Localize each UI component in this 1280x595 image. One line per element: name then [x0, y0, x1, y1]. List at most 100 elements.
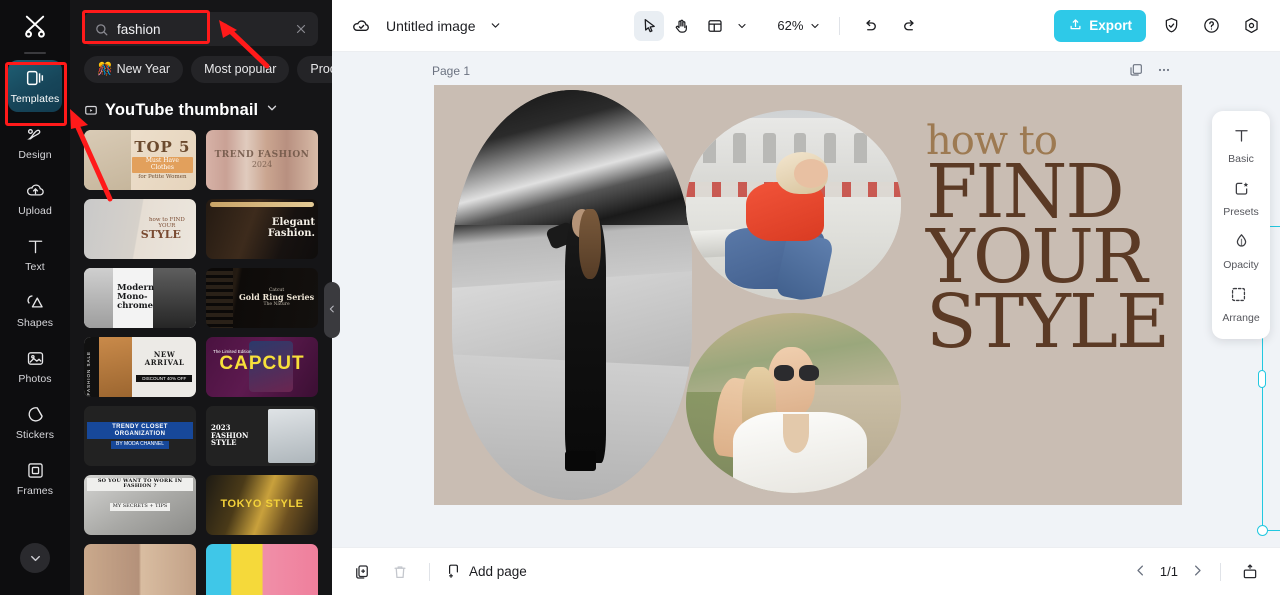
shapes-icon — [25, 292, 46, 313]
chevron-down-icon[interactable] — [20, 543, 50, 573]
duplicate-icon[interactable] — [1128, 62, 1144, 83]
template-card[interactable]: TREND FASHION 2024 — [206, 129, 318, 190]
duplicate-page-button[interactable] — [348, 558, 376, 586]
close-icon[interactable] — [294, 22, 308, 36]
chevron-down-icon[interactable] — [265, 101, 279, 120]
template-card[interactable]: NEW ARRIVAL DISCOUNT 40% OFF FASHION SAL… — [84, 336, 196, 397]
template-title: NEW ARRIVAL — [144, 349, 185, 367]
template-card[interactable]: SO YOU WANT TO WORK IN FASHION ? MY SECR… — [84, 474, 196, 535]
shield-check-icon[interactable] — [1156, 11, 1186, 41]
page-tools — [1128, 62, 1172, 83]
template-title: TRENDY CLOSET ORGANIZATION — [87, 422, 193, 440]
rail-divider — [24, 52, 46, 54]
template-grid: TOP 5 Must Have Clothes for Petite Women… — [70, 129, 332, 595]
toolbar-divider — [839, 16, 841, 35]
template-title: CAPCUT — [219, 352, 305, 374]
capcut-editor-window: Templates Design Upload Text Shapes Phot… — [0, 0, 1280, 595]
undo-button[interactable] — [855, 11, 885, 41]
panel-item-opacity[interactable]: Opacity — [1212, 225, 1270, 278]
template-card[interactable]: TOP 5 Must Have Clothes for Petite Women — [84, 129, 196, 190]
export-button[interactable]: Export — [1054, 9, 1147, 42]
panel-item-label: Presets — [1223, 206, 1259, 218]
template-card[interactable] — [84, 543, 196, 595]
sidebar-item-shapes[interactable]: Shapes — [8, 284, 62, 336]
panel-item-label: Arrange — [1222, 312, 1260, 324]
chip-label: Most popular — [204, 62, 277, 77]
hand-tool[interactable] — [667, 11, 697, 41]
template-card[interactable]: The Limited Edition CAPCUT — [206, 336, 318, 397]
editor-main: Untitled image 62% Export Page 1 how to … — [332, 0, 1280, 595]
template-card[interactable]: Modern Mono-chrome — [84, 267, 196, 328]
template-card[interactable]: TRENDY CLOSET ORGANIZATION BY MODA CHANN… — [84, 405, 196, 466]
chip-new-year[interactable]: 🎊 New Year — [84, 56, 184, 83]
template-note: Catcut — [268, 287, 285, 293]
sidebar-item-templates[interactable]: Templates — [8, 60, 62, 112]
zoom-group: 62% — [777, 11, 824, 41]
search-area — [70, 0, 332, 52]
sidebar-item-upload[interactable]: Upload — [8, 172, 62, 224]
headline-text-block[interactable]: how to FIND YOUR STYLE — [926, 121, 1170, 366]
present-button[interactable] — [1236, 558, 1264, 586]
template-card[interactable]: TOKYO STYLE — [206, 474, 318, 535]
chip-process[interactable]: Proc — [297, 56, 332, 83]
template-subtitle: 2024 — [251, 160, 273, 170]
cloud-saved-icon[interactable] — [346, 11, 376, 41]
capcut-logo-icon[interactable] — [15, 6, 55, 46]
text-properties-panel: Basic Presets Opacity Arrange — [1212, 111, 1270, 339]
chip-most-popular[interactable]: Most popular — [191, 56, 290, 83]
collapse-panel-handle[interactable] — [324, 282, 340, 338]
layout-grid-tool[interactable] — [700, 11, 730, 41]
redo-button[interactable] — [895, 11, 925, 41]
photo-white-polo-woman[interactable] — [686, 313, 901, 493]
help-circle-icon[interactable] — [1196, 11, 1226, 41]
photo-neck — [782, 413, 809, 454]
chevron-down-icon[interactable] — [486, 11, 506, 41]
delete-page-button[interactable] — [386, 558, 414, 586]
template-card[interactable]: how to FIND YOUR STYLE — [84, 198, 196, 259]
page-title: YouTube thumbnail — [105, 100, 259, 119]
design-canvas[interactable]: how to FIND YOUR STYLE — [434, 85, 1182, 505]
sidebar-item-photos[interactable]: Photos — [8, 340, 62, 392]
settings-gear-icon[interactable] — [1236, 11, 1266, 41]
photo-bw-woman-concrete[interactable] — [452, 90, 692, 500]
template-card[interactable]: Catcut Gold Ring Series The Nature — [206, 267, 318, 328]
panel-item-arrange[interactable]: Arrange — [1212, 278, 1270, 331]
sidebar-item-design[interactable]: Design — [8, 116, 62, 168]
photo-hair — [579, 208, 601, 279]
resize-handle-bottom-left[interactable] — [1257, 525, 1268, 536]
template-subtitle: BY MODA CHANNEL — [111, 441, 169, 449]
zoom-level[interactable]: 62% — [777, 18, 803, 33]
template-card[interactable]: 2023 FASHION STYLE — [206, 405, 318, 466]
sidebar-item-stickers[interactable]: Stickers — [8, 396, 62, 448]
canvas-tools-group — [634, 10, 751, 41]
templates-icon — [24, 67, 46, 89]
chevron-down-icon[interactable] — [733, 11, 751, 41]
chevron-down-icon[interactable] — [806, 11, 824, 41]
search-box[interactable] — [84, 12, 318, 46]
canvas-stage[interactable]: Page 1 how to FIND YOUR STYLE Basic Pres… — [332, 52, 1280, 547]
headline-line-3: STYLE — [926, 279, 1170, 366]
search-input[interactable] — [117, 21, 286, 37]
next-page-button[interactable] — [1190, 563, 1205, 581]
category-header[interactable]: YouTube thumbnail — [70, 91, 332, 130]
sidebar-item-frames[interactable]: Frames — [8, 452, 62, 504]
top-toolbar: Untitled image 62% Export — [332, 0, 1280, 52]
select-tool[interactable] — [634, 10, 665, 41]
panel-item-basic[interactable]: Basic — [1212, 119, 1270, 172]
more-horizontal-icon[interactable] — [1156, 62, 1172, 83]
upload-cloud-icon — [25, 180, 46, 201]
photo-orange-top-woman[interactable] — [686, 110, 901, 300]
template-card[interactable]: Elegant Fashion. — [206, 198, 318, 259]
add-page-button[interactable]: Add page — [445, 562, 527, 582]
text-t-icon — [25, 236, 46, 257]
chip-label: New Year — [116, 62, 171, 77]
prev-page-button[interactable] — [1133, 563, 1148, 581]
page-navigation: 1/1 — [1133, 563, 1205, 581]
document-title[interactable]: Untitled image — [386, 18, 476, 34]
resize-handle-middle-left[interactable] — [1258, 369, 1266, 388]
panel-item-presets[interactable]: Presets — [1212, 172, 1270, 225]
template-card[interactable] — [206, 543, 318, 595]
template-note: for Petite Women — [138, 173, 187, 180]
bottom-toolbar: Add page 1/1 — [332, 547, 1280, 595]
sidebar-item-text[interactable]: Text — [8, 228, 62, 280]
